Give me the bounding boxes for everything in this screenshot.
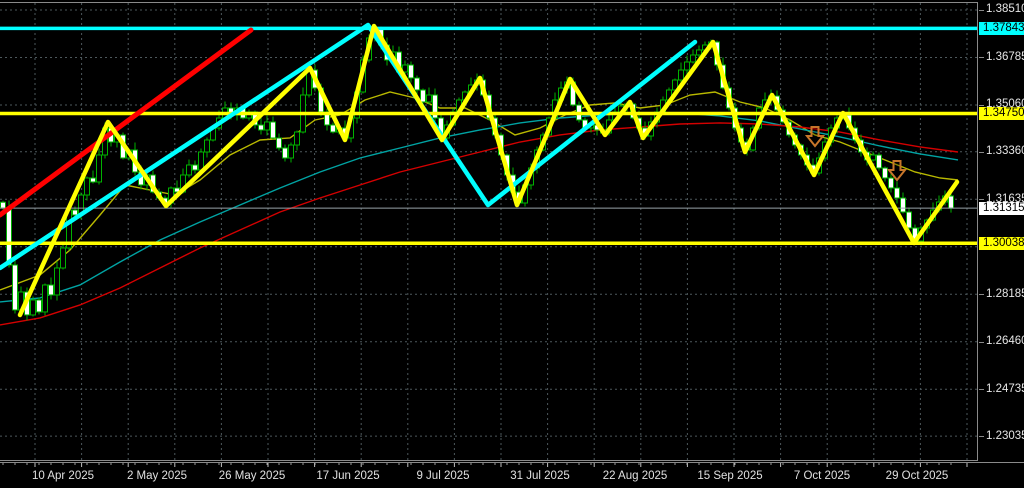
price-tick [979,436,984,437]
price-axis[interactable]: 1.38510 1.36785 1.35060 1.33360 1.31635 1.281… [979,0,1024,462]
price-tick [979,389,984,390]
price-grid-label: 1.24735 [986,382,1024,395]
date-label: 7 Oct 2025 [793,470,851,482]
date-label: 26 May 2025 [218,470,286,482]
date-label: 10 Apr 2025 [31,470,95,482]
date-label: 15 Sep 2025 [697,470,763,482]
price-tick [979,10,984,11]
date-label: 17 Jun 2025 [316,470,380,482]
chart-plot-area[interactable] [0,0,979,462]
mt4-chart-window: 1.38510 1.36785 1.35060 1.33360 1.31635 1.281… [0,0,1024,488]
price-grid-label: 1.26460 [986,335,1024,348]
price-grid-label: 1.33360 [986,145,1024,158]
price-tick [979,342,984,343]
date-label: 22 Aug 2025 [602,470,668,482]
date-label: 31 Jul 2025 [510,470,570,482]
date-label: 2 May 2025 [126,470,188,482]
price-grid-label: 1.36785 [986,50,1024,63]
time-axis[interactable]: 10 Apr 2025 2 May 2025 26 May 2025 17 Jun 2… [0,462,1024,488]
price-tick [979,57,984,58]
grid-layer [0,3,978,460]
price-tick [979,105,984,106]
price-chart-svg[interactable] [0,0,979,462]
mid-level-label: 1.34750 [979,107,1024,121]
price-tick [979,199,984,200]
price-tick [979,294,984,295]
price-grid-label: 1.28185 [986,287,1024,300]
bid-price-label: 1.31315 [979,201,1024,215]
date-label: 9 Jul 2025 [416,470,470,482]
support-level-label: 1.30038 [979,236,1024,250]
price-grid-label: 1.38510 [986,3,1024,16]
price-tick [979,152,984,153]
ma-slow-red [0,122,959,326]
date-label: 29 Oct 2025 [885,470,949,482]
price-grid-label: 1.23035 [986,429,1024,442]
resistance-level-label: 1.37843 [979,21,1024,35]
yellow-zigzag-line[interactable] [17,23,960,318]
